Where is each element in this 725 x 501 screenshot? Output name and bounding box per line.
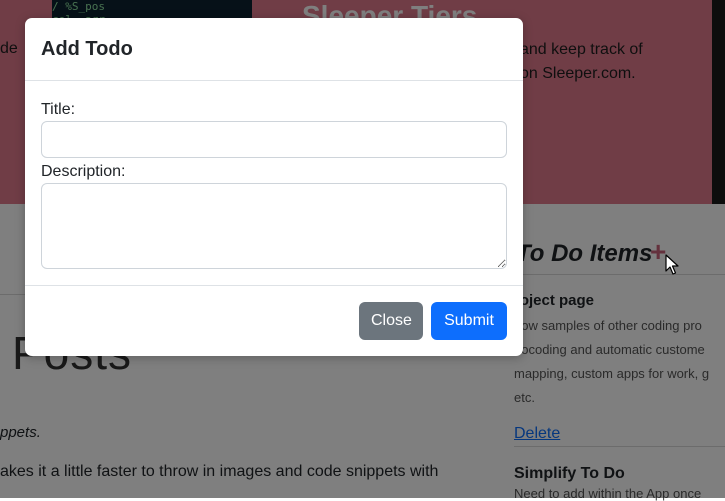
- modal-footer: Close Submit: [25, 285, 523, 357]
- submit-button[interactable]: Submit: [431, 302, 507, 340]
- modal-body: Title: Description:: [25, 81, 523, 285]
- description-label: Description:: [41, 163, 126, 180]
- close-button[interactable]: Close: [359, 302, 423, 340]
- modal-header: Add Todo: [25, 18, 523, 81]
- add-todo-modal: Add Todo Title: Description: Close Submi…: [25, 18, 523, 356]
- title-input[interactable]: [41, 121, 507, 158]
- modal-title: Add Todo: [41, 38, 133, 60]
- description-textarea[interactable]: [41, 183, 507, 269]
- title-label: Title:: [41, 101, 76, 118]
- mouse-cursor-icon: [665, 254, 679, 275]
